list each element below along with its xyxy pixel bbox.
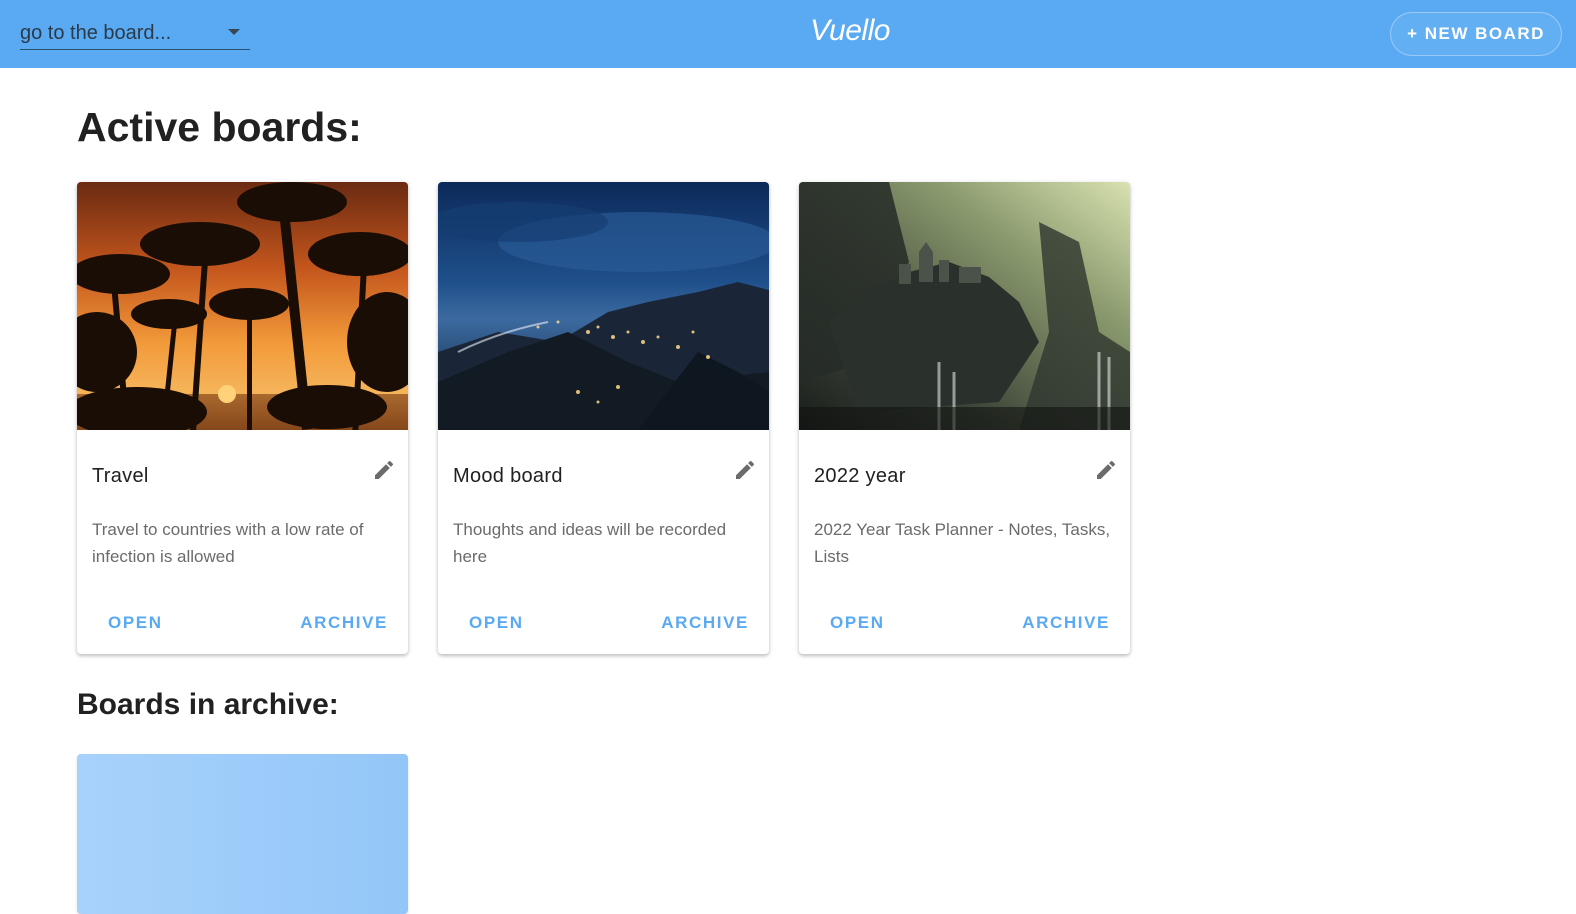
board-description: 2022 Year Task Planner - Notes, Tasks, L… xyxy=(814,520,1111,566)
board-card-travel: Travel Travel to countries with a low ra… xyxy=(77,182,408,654)
board-select[interactable]: go to the board... xyxy=(20,18,250,50)
app-logo: Vuello xyxy=(810,14,890,47)
open-board-button[interactable]: OPEN xyxy=(469,608,524,638)
app-header: go to the board... Vuello + NEW BOARD xyxy=(0,0,1576,68)
archive-board-button[interactable]: ARCHIVE xyxy=(300,608,388,638)
board-card-2022-year: 2022 year 2022 Year Task Planner - Notes… xyxy=(799,182,1130,654)
caret-down-icon xyxy=(228,29,240,35)
pencil-icon[interactable] xyxy=(372,458,396,482)
pencil-icon[interactable] xyxy=(733,458,757,482)
board-description: Thoughts and ideas will be recorded here xyxy=(453,520,727,566)
open-board-button[interactable]: OPEN xyxy=(830,608,885,638)
archive-board-button[interactable]: ARCHIVE xyxy=(1022,608,1110,638)
board-cover-image xyxy=(77,182,408,430)
board-title: Travel xyxy=(92,465,149,487)
board-title: Mood board xyxy=(453,465,563,487)
board-title: 2022 year xyxy=(814,465,906,487)
board-cover-image xyxy=(799,182,1130,430)
board-select-placeholder: go to the board... xyxy=(20,22,172,44)
open-board-button[interactable]: OPEN xyxy=(108,608,163,638)
board-card-mood-board: Mood board Thoughts and ideas will be re… xyxy=(438,182,769,654)
archive-boards-title: Boards in archive: xyxy=(77,688,339,721)
pencil-icon[interactable] xyxy=(1094,458,1118,482)
archived-board-card[interactable] xyxy=(77,754,408,914)
active-boards-title: Active boards: xyxy=(77,104,362,150)
board-description: Travel to countries with a low rate of i… xyxy=(92,520,364,566)
archive-board-button[interactable]: ARCHIVE xyxy=(661,608,749,638)
board-cover-image xyxy=(438,182,769,430)
new-board-button[interactable]: + NEW BOARD xyxy=(1390,12,1562,56)
